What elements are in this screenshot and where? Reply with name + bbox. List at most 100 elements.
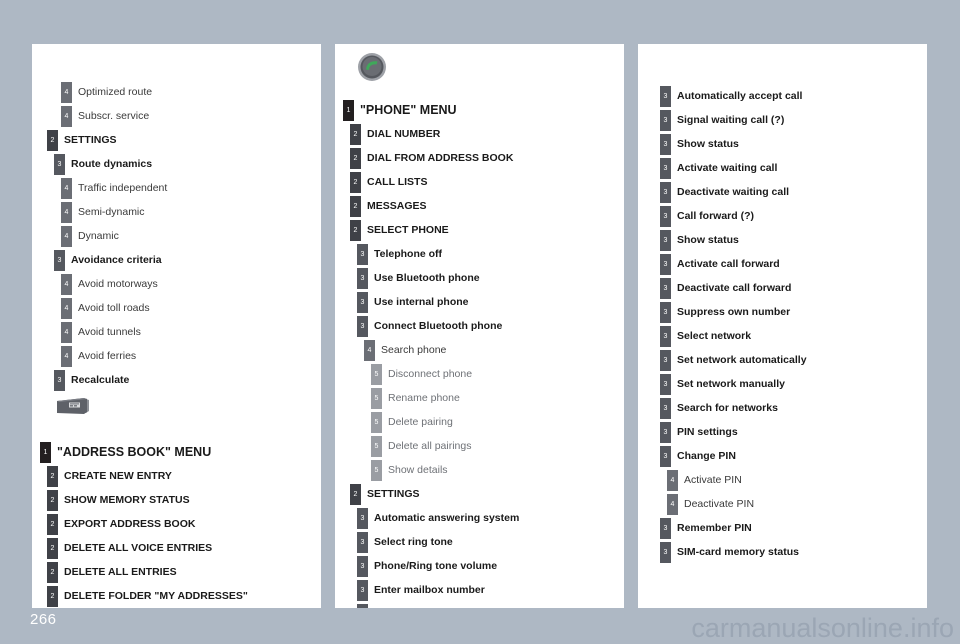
menu-item-row[interactable]: 3 Phone/Ring tone volume: [335, 554, 624, 578]
level-badge: 4: [61, 106, 72, 127]
menu-item-row[interactable]: 3 Use internal phone: [335, 290, 624, 314]
manual-page: 4 Optimized route 4 Subscr. service 2 SETTING…: [0, 0, 960, 643]
level-badge: 3: [357, 244, 368, 265]
menu-item-row[interactable]: 4 Avoid motorways: [32, 272, 321, 296]
menu-item-row[interactable]: 2 DIAL NUMBER: [335, 122, 624, 146]
menu-item-label: Show details: [388, 464, 448, 476]
menu-item-label: Set network automatically: [677, 354, 807, 366]
menu-item-row[interactable]: 3 Telephone off: [335, 242, 624, 266]
level-badge: 3: [54, 370, 65, 391]
menu-item-row[interactable]: 3 Route dynamics: [32, 152, 321, 176]
menu-item-row[interactable]: 3 Enter mailbox number: [335, 578, 624, 602]
panel-content: 3 Automatically accept call 3 Signal waitin…: [638, 44, 927, 608]
menu-item-label: DELETE FOLDER "MY ADDRESSES": [64, 590, 248, 602]
menu-item-row[interactable]: 3 Connect Bluetooth phone: [335, 314, 624, 338]
menu-item-row[interactable]: 2 SELECT PHONE: [335, 218, 624, 242]
level-badge: 3: [54, 154, 65, 175]
menu-item-row[interactable]: 3 Change PIN: [638, 444, 927, 468]
menu-item-row[interactable]: 4 Avoid ferries: [32, 344, 321, 368]
menu-item-row[interactable]: 3 PIN settings: [638, 420, 927, 444]
level-badge: 4: [61, 274, 72, 295]
menu-item-label: Deactivate call forward: [677, 282, 792, 294]
menu-item-row[interactable]: 1 "ADDRESS BOOK" MENU: [32, 440, 321, 464]
menu-item-row[interactable]: 3 Recalculate: [32, 368, 321, 392]
level-badge: 2: [350, 196, 361, 217]
menu-item-row[interactable]: 3 Deactivate call forward: [638, 276, 927, 300]
menu-item-row[interactable]: 4 Semi-dynamic: [32, 200, 321, 224]
panel-top-spacer: [32, 44, 321, 80]
menu-item-row[interactable]: 4 Subscr. service: [32, 104, 321, 128]
menu-item-label: Enter mailbox number: [374, 584, 485, 596]
menu-item-row[interactable]: 3 Call forward (?): [638, 204, 927, 228]
menu-item-row[interactable]: 3 Show status: [638, 132, 927, 156]
menu-item-row[interactable]: 2 SETTINGS: [32, 128, 321, 152]
menu-item-row[interactable]: 3 SIM-card memory status: [638, 540, 927, 564]
menu-item-row[interactable]: 3 Set network manually: [638, 372, 927, 396]
menu-item-label: Activate waiting call: [677, 162, 778, 174]
menu-item-row[interactable]: 3 Deactivate waiting call: [638, 180, 927, 204]
menu-item-row[interactable]: 3 Set network automatically: [638, 348, 927, 372]
menu-item-row[interactable]: 2 SHOW MEMORY STATUS: [32, 488, 321, 512]
menu-item-row[interactable]: 3Internal phone settings: [335, 602, 624, 608]
menu-item-row[interactable]: 3 Signal waiting call (?): [638, 108, 927, 132]
menu-item-label: Set network manually: [677, 378, 785, 390]
menu-item-row[interactable]: 3 Automatic answering system: [335, 506, 624, 530]
menu-item-row[interactable]: 3 Search for networks: [638, 396, 927, 420]
menu-item-row[interactable]: 5 Delete pairing: [335, 410, 624, 434]
menu-item-row[interactable]: 2 MESSAGES: [335, 194, 624, 218]
menu-item-row[interactable]: 3 Show status: [638, 228, 927, 252]
menu-item-row[interactable]: 3 Select ring tone: [335, 530, 624, 554]
menu-item-row[interactable]: 3 Suppress own number: [638, 300, 927, 324]
level-badge: 3: [660, 350, 671, 371]
menu-item-row[interactable]: 2 SETTINGS: [335, 482, 624, 506]
menu-item-row[interactable]: 5 Delete all pairings: [335, 434, 624, 458]
menu-item-label: CREATE NEW ENTRY: [64, 470, 172, 482]
phone-icon: [357, 52, 387, 82]
menu-item-row[interactable]: 4 Optimized route: [32, 80, 321, 104]
menu-item-row[interactable]: 3 Select network: [638, 324, 927, 348]
menu-item-label: Automatically accept call: [677, 90, 803, 102]
level-badge: 5: [371, 436, 382, 457]
menu-item-row[interactable]: 4 Search phone: [335, 338, 624, 362]
menu-item-label: Avoid ferries: [78, 350, 137, 362]
icon-slot: [335, 50, 624, 84]
level-badge: 3: [660, 398, 671, 419]
level-badge: 2: [350, 148, 361, 169]
menu-item-label: Telephone off: [374, 248, 443, 260]
menu-item-label: Dynamic: [78, 230, 119, 242]
menu-item-row[interactable]: 1 "PHONE" MENU: [335, 98, 624, 122]
menu-item-row[interactable]: 3 Activate call forward: [638, 252, 927, 276]
menu-item-row[interactable]: 2 CALL LISTS: [335, 170, 624, 194]
menu-item-row[interactable]: 2 DIAL FROM ADDRESS BOOK: [335, 146, 624, 170]
menu-item-row[interactable]: 5 Show details: [335, 458, 624, 482]
level-badge: 4: [667, 494, 678, 515]
menu-item-row[interactable]: 2 DELETE ALL ENTRIES: [32, 560, 321, 584]
menu-item-row[interactable]: 5 Disconnect phone: [335, 362, 624, 386]
menu-item-row[interactable]: 4 Traffic independent: [32, 176, 321, 200]
level-badge: 4: [61, 298, 72, 319]
level-badge: 2: [47, 466, 58, 487]
menu-item-row[interactable]: 4 Avoid toll roads: [32, 296, 321, 320]
level-badge: 3: [660, 110, 671, 131]
menu-item-row[interactable]: 4 Dynamic: [32, 224, 321, 248]
menu-item-row[interactable]: 2 CREATE NEW ENTRY: [32, 464, 321, 488]
level-badge: 2: [47, 586, 58, 607]
menu-item-row[interactable]: 2 DELETE FOLDER "MY ADDRESSES": [32, 584, 321, 608]
menu-item-row[interactable]: 4 Avoid tunnels: [32, 320, 321, 344]
level-badge: 3: [357, 580, 368, 601]
level-badge: 4: [364, 340, 375, 361]
menu-item-row[interactable]: 4 Activate PIN: [638, 468, 927, 492]
menu-item-label: Change PIN: [677, 450, 736, 462]
menu-item-label: Select network: [677, 330, 752, 342]
menu-item-row[interactable]: 3 Avoidance criteria: [32, 248, 321, 272]
menu-item-row[interactable]: 2 DELETE ALL VOICE ENTRIES: [32, 536, 321, 560]
menu-item-row[interactable]: 3 Activate waiting call: [638, 156, 927, 180]
menu-item-row[interactable]: 3 Use Bluetooth phone: [335, 266, 624, 290]
panel-top-spacer: [638, 44, 927, 84]
menu-item-label: SETTINGS: [367, 488, 420, 500]
menu-item-row[interactable]: 2 EXPORT ADDRESS BOOK: [32, 512, 321, 536]
menu-item-row[interactable]: 3 Remember PIN: [638, 516, 927, 540]
menu-item-row[interactable]: 3 Automatically accept call: [638, 84, 927, 108]
menu-item-row[interactable]: 4 Deactivate PIN: [638, 492, 927, 516]
menu-item-row[interactable]: 5 Rename phone: [335, 386, 624, 410]
